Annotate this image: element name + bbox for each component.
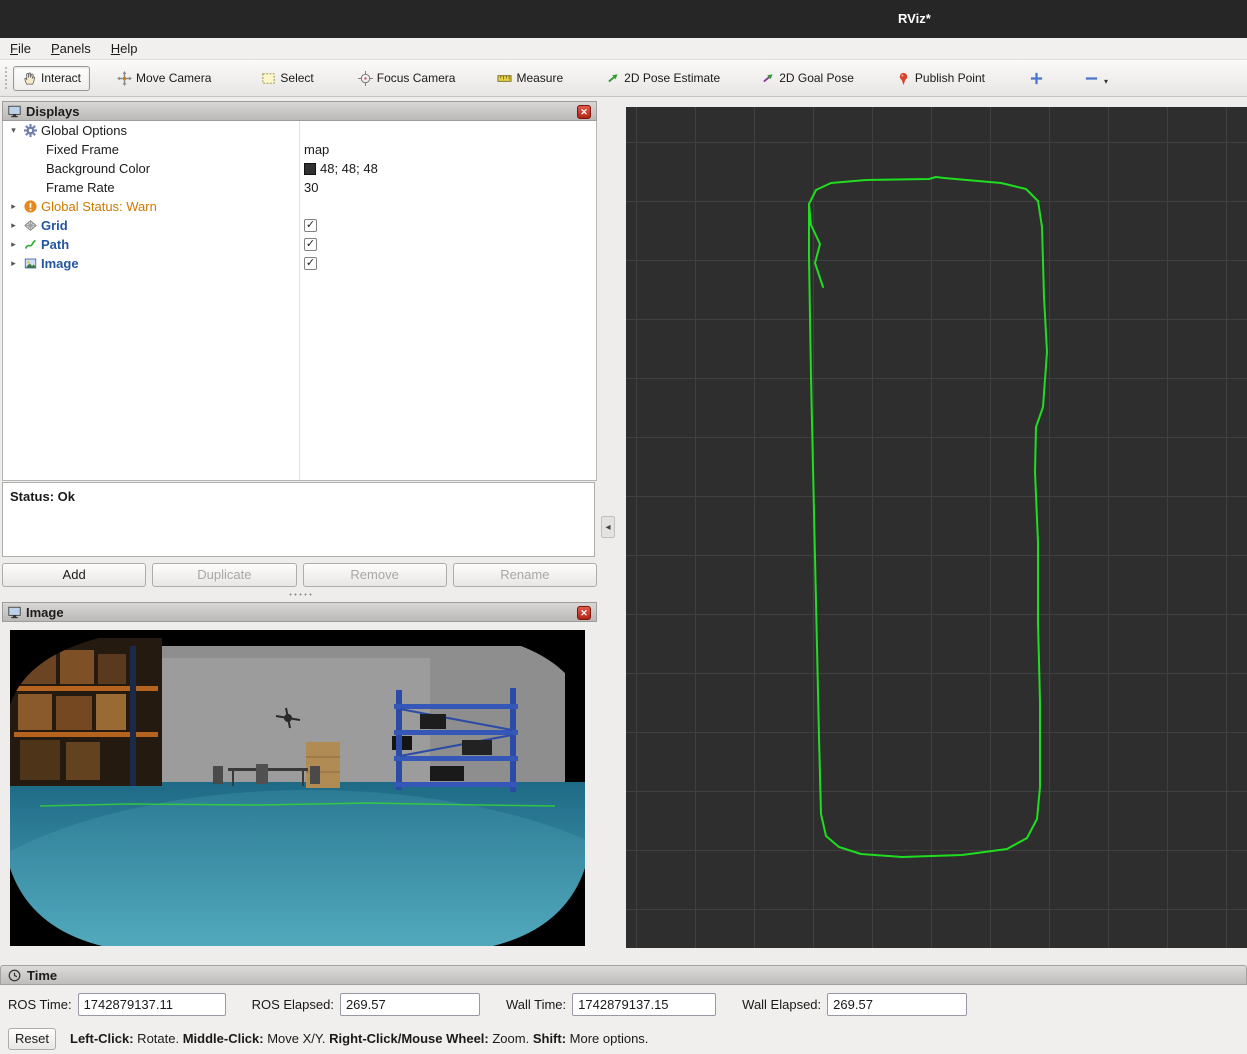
clock-icon: [8, 969, 21, 982]
tool-publish-point-button[interactable]: Publish Point: [887, 66, 994, 91]
time-footer-row: Reset Left-Click: Rotate. Middle-Click: …: [0, 1023, 1247, 1054]
row-label: Global Status: Warn: [41, 199, 157, 214]
status-text: Status: Ok: [10, 489, 75, 504]
color-swatch[interactable]: [304, 163, 316, 175]
time-panel: Time ROS Time: ROS Elapsed: Wall Time: W…: [0, 965, 1247, 1054]
displays-panel-title: Displays: [26, 104, 79, 119]
tool-interact-button[interactable]: Interact: [13, 66, 90, 91]
time-panel-header[interactable]: Time: [0, 965, 1247, 985]
expander-open-icon[interactable]: ▾: [7, 125, 20, 136]
path-enabled-checkbox[interactable]: [304, 238, 317, 251]
image-panel: Image: [2, 602, 597, 622]
select-box-icon: [261, 71, 276, 86]
left-column: Displays ▾ Global Options Fixed Frame ma…: [2, 101, 597, 947]
warning-icon: [24, 200, 37, 213]
mouse-help-text: Left-Click: Rotate. Middle-Click: Move X…: [70, 1031, 648, 1046]
tool-focus-camera-button[interactable]: Focus Camera: [349, 66, 465, 91]
path-polyline: [809, 177, 1047, 857]
row-label: Grid: [41, 218, 68, 233]
row-label: Global Options: [41, 123, 127, 138]
menu-file[interactable]: File: [0, 38, 41, 60]
expander-closed-icon[interactable]: ▸: [7, 220, 20, 231]
displays-tree: ▾ Global Options Fixed Frame map Backgro…: [2, 121, 597, 481]
publish-point-pin-icon: [896, 71, 911, 86]
panel-collapse-handle[interactable]: ◂: [601, 516, 615, 538]
menu-help[interactable]: Help: [101, 38, 148, 60]
status-box: Status: Ok: [2, 482, 595, 557]
collapse-arrow-icon: ◂: [605, 522, 610, 533]
titlebar: RViz*: [0, 0, 1247, 38]
displays-panel: Displays ▾ Global Options Fixed Frame ma…: [2, 101, 597, 121]
grid-display-icon: [24, 219, 37, 232]
camera-image: [10, 630, 585, 946]
ros-time-label: ROS Time:: [8, 997, 72, 1012]
menu-panels[interactable]: Panels: [41, 38, 101, 60]
time-panel-title: Time: [27, 968, 57, 983]
expander-closed-icon[interactable]: ▸: [7, 201, 20, 212]
expander-closed-icon[interactable]: ▸: [7, 239, 20, 250]
move-camera-icon: [117, 71, 132, 86]
window-title: RViz*: [898, 11, 931, 26]
close-icon[interactable]: [577, 606, 591, 620]
add-tool-button[interactable]: [1022, 66, 1051, 91]
interact-hand-icon: [22, 71, 37, 86]
row-label: Image: [41, 256, 79, 271]
tree-column-divider[interactable]: [299, 121, 300, 480]
pose-estimate-arrow-icon: [605, 71, 620, 86]
tool-2d-goal-pose-button[interactable]: 2D Goal Pose: [751, 66, 863, 91]
image-panel-icon: [8, 606, 21, 619]
close-icon[interactable]: [577, 105, 591, 119]
row-label: Background Color: [46, 161, 150, 176]
ros-time-input[interactable]: [78, 993, 226, 1016]
viewport-3d[interactable]: [626, 107, 1247, 948]
row-label: Fixed Frame: [46, 142, 119, 157]
ros-elapsed-input[interactable]: [340, 993, 480, 1016]
time-fields-row: ROS Time: ROS Elapsed: Wall Time: Wall E…: [0, 985, 1247, 1023]
chevron-down-icon: ▾: [1104, 77, 1108, 86]
displays-buttons-row: Add Duplicate Remove Rename: [2, 563, 597, 587]
tool-measure-button[interactable]: Measure: [488, 66, 572, 91]
row-label: Path: [41, 237, 69, 252]
wall-time-label: Wall Time:: [506, 997, 566, 1012]
tool-2d-pose-estimate-button[interactable]: 2D Pose Estimate: [596, 66, 729, 91]
image-display-icon: [24, 257, 37, 270]
image-panel-header[interactable]: Image: [2, 602, 597, 622]
remove-button: Remove: [303, 563, 447, 587]
wall-elapsed-label: Wall Elapsed:: [742, 997, 821, 1012]
displays-panel-header[interactable]: Displays: [2, 101, 597, 121]
add-button[interactable]: Add: [2, 563, 146, 587]
rename-button: Rename: [453, 563, 597, 587]
remove-tool-button[interactable]: ▾: [1077, 66, 1115, 91]
path-tail-polyline: [809, 204, 823, 287]
displays-monitor-icon: [8, 105, 21, 118]
wall-elapsed-input[interactable]: [827, 993, 967, 1016]
tool-move-camera-button[interactable]: Move Camera: [108, 66, 220, 91]
gear-icon: [24, 124, 37, 137]
minus-icon: [1084, 71, 1099, 86]
goal-pose-arrow-icon: [760, 71, 775, 86]
ros-elapsed-label: ROS Elapsed:: [252, 997, 334, 1012]
menubar: File Panels Help: [0, 38, 1247, 60]
wall-time-input[interactable]: [572, 993, 716, 1016]
path-display-icon: [24, 238, 37, 251]
focus-crosshair-icon: [358, 71, 373, 86]
row-label: Frame Rate: [46, 180, 115, 195]
toolbar-grip[interactable]: [4, 66, 9, 90]
image-enabled-checkbox[interactable]: [304, 257, 317, 270]
expander-closed-icon[interactable]: ▸: [7, 258, 20, 269]
reset-button[interactable]: Reset: [8, 1028, 56, 1050]
toolbar: Interact Move Camera Select Focus Camera…: [0, 60, 1247, 97]
plus-icon: [1029, 71, 1044, 86]
fixed-frame-value[interactable]: map: [304, 142, 329, 157]
measure-ruler-icon: [497, 71, 512, 86]
grid-enabled-checkbox[interactable]: [304, 219, 317, 232]
tool-select-button[interactable]: Select: [252, 66, 322, 91]
panel-splitter-handle[interactable]: [288, 592, 312, 597]
duplicate-button: Duplicate: [152, 563, 296, 587]
image-panel-title: Image: [26, 605, 64, 620]
background-color-value[interactable]: 48; 48; 48: [320, 161, 378, 176]
frame-rate-value[interactable]: 30: [304, 180, 318, 195]
